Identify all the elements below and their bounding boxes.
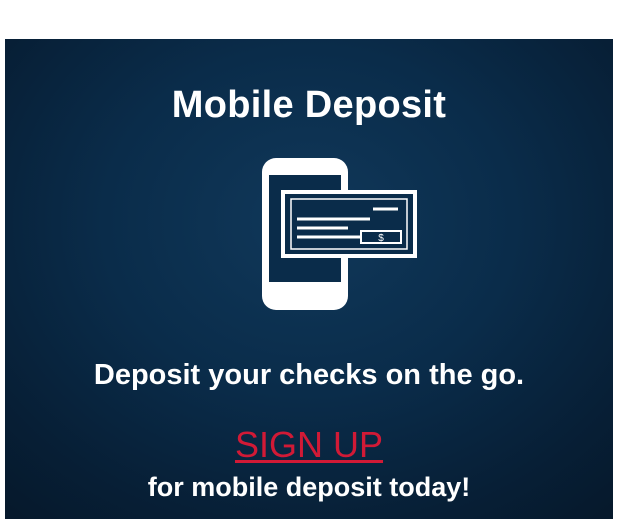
signup-subtext: for mobile deposit today! (147, 472, 471, 502)
mobile-deposit-banner: Mobile Deposit $ Deposit your checks on … (5, 39, 613, 519)
mobile-check-deposit-icon: $ (262, 158, 417, 310)
banner-title: Mobile Deposit (171, 84, 447, 126)
signup-container: SIGN UP (5, 424, 613, 466)
sign-up-link[interactable]: SIGN UP (235, 424, 383, 465)
banner-tagline: Deposit your checks on the go. (93, 359, 525, 391)
dollar-sign: $ (378, 233, 384, 244)
